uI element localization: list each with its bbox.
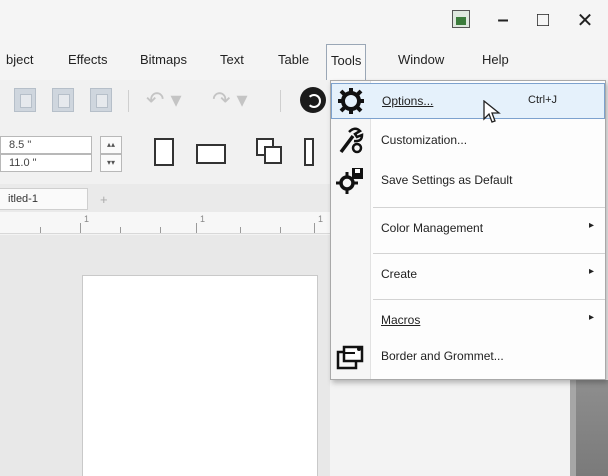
menu-item-label: Options... [382,94,434,108]
height-stepper[interactable]: ▾▾ [100,154,122,172]
menu-item-label: Customization... [381,133,468,147]
property-bar: 8.5 " 11.0 " ▴▴ ▾▾ [0,124,330,184]
title-bar: – □ ✕ [0,0,608,40]
menu-effects[interactable]: Effects [68,52,108,67]
menu-item-options[interactable]: Options... Ctrl+J [331,83,605,123]
paste-icon[interactable] [90,88,112,112]
submenu-arrow-icon: ▸ [589,220,595,231]
ruler-number: 1 [318,214,324,224]
submenu-arrow-icon: ▸ [589,312,595,323]
gear-save-icon [336,168,363,194]
document-tab-bar: itled-1 + [0,184,330,212]
menu-window[interactable]: Window [398,52,444,67]
menu-separator [373,207,605,208]
duplicate-icon[interactable] [52,88,74,112]
menu-item-label: Color Management [381,221,484,235]
menu-item-label: Macros [381,313,421,327]
menu-bar: bject Effects Bitmaps Text Table Tools W… [0,40,608,80]
page-layout-icon[interactable] [304,138,314,166]
menu-text[interactable]: Text [220,52,244,67]
document-tab[interactable]: itled-1 [0,188,88,210]
ruler-tick [120,227,121,233]
ruler-number: 1 [84,214,90,224]
copy-icon[interactable] [14,88,36,112]
menu-separator [373,253,605,254]
menu-item-color-management[interactable]: Color Management ▸ [331,211,605,247]
close-button[interactable]: ✕ [570,6,600,34]
redo-icon[interactable]: ↷ ▾ [212,88,252,112]
add-tab-icon[interactable]: + [100,192,108,207]
ruler-tick [314,223,315,233]
horizontal-ruler: 1 1 1 [0,212,330,234]
portrait-icon[interactable] [154,138,174,166]
app-icon [452,10,470,28]
menu-object[interactable]: bject [6,52,33,67]
ruler-tick [160,227,161,233]
menu-item-label: Border and Grommet... [381,349,504,363]
gear-icon [338,88,364,114]
maximize-button[interactable]: □ [528,6,558,34]
ruler-tick [196,223,197,233]
ruler-tick [80,223,81,233]
toolbar-separator [280,90,281,112]
publish-icon[interactable] [300,87,326,113]
ruler-tick [240,227,241,233]
undo-icon[interactable]: ↶ ▾ [146,88,186,112]
color-palette[interactable] [570,380,608,476]
border-grommet-icon [336,345,364,370]
menu-item-customization[interactable]: Customization... [331,123,605,159]
toolbar-separator [128,90,129,112]
wrench-icon [339,127,364,154]
menu-item-create[interactable]: Create ▸ [331,257,605,293]
landscape-icon[interactable] [196,144,226,164]
menu-help[interactable]: Help [482,52,509,67]
page-width-field[interactable]: 8.5 " [0,136,92,154]
menu-item-label: Create [381,267,418,281]
drawing-canvas[interactable] [0,235,330,476]
page-height-field[interactable]: 11.0 " [0,154,92,172]
menu-item-macros[interactable]: Macros ▸ [331,303,605,339]
menu-table[interactable]: Table [278,52,309,67]
menu-item-border-grommet[interactable]: Border and Grommet... [331,339,605,375]
standard-toolbar: ↶ ▾ ↷ ▾ [0,80,330,124]
minimize-button[interactable]: – [488,6,518,34]
menu-item-shortcut: Ctrl+J [528,94,558,106]
menu-tools[interactable]: Tools [326,44,367,80]
width-stepper[interactable]: ▴▴ [100,136,122,154]
tools-menu-dropdown: Options... Ctrl+J Customization... Save … [330,80,606,380]
menu-item-label: Save Settings as Default [381,173,513,187]
ruler-number: 1 [200,214,206,224]
document-page[interactable] [82,275,318,476]
menu-bitmaps[interactable]: Bitmaps [140,52,187,67]
submenu-arrow-icon: ▸ [589,266,595,277]
menu-separator [373,299,605,300]
current-page-icon[interactable] [264,146,282,164]
ruler-tick [280,227,281,233]
mouse-cursor-icon [483,100,501,123]
menu-item-save-settings[interactable]: Save Settings as Default [331,163,605,199]
ruler-tick [40,227,41,233]
